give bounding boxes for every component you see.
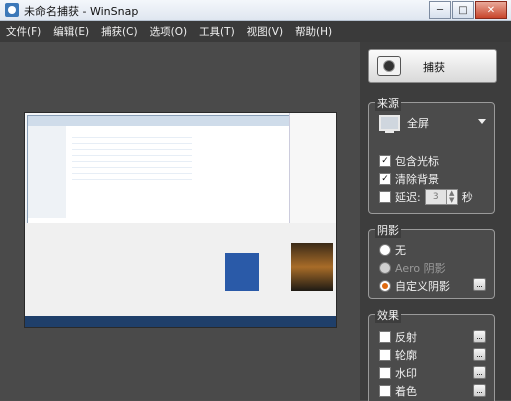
outline-settings-button[interactable]	[473, 348, 486, 361]
watermark-label: 水印	[395, 367, 417, 380]
menu-tools[interactable]: 工具(T)	[193, 24, 241, 39]
effect-outline-option[interactable]: 轮廓	[379, 347, 417, 363]
shadow-group: 阴影 无 Aero 阴影 自定义阴影	[368, 222, 495, 299]
source-group-title: 来源	[375, 95, 401, 111]
dropdown-arrow-icon[interactable]	[478, 119, 486, 124]
close-button[interactable]: ✕	[475, 1, 507, 19]
menu-file[interactable]: 文件(F)	[0, 24, 47, 39]
delay-value-input[interactable]: 3	[424, 189, 447, 205]
preview-explorer-window	[27, 115, 291, 224]
delay-spinner-arrows[interactable]: ▲ ▼	[446, 189, 458, 205]
preview-windows-tile	[225, 253, 259, 291]
menu-view[interactable]: 视图(V)	[241, 24, 289, 39]
shadow-none-option[interactable]: 无	[379, 242, 406, 258]
window-title: 未命名捕获 - WinSnap	[24, 5, 139, 18]
include-cursor-label: 包含光标	[395, 155, 439, 168]
camera-icon	[377, 56, 401, 76]
shadow-custom-label: 自定义阴影	[395, 280, 450, 293]
menu-options[interactable]: 选项(O)	[144, 24, 193, 39]
shadow-none-label: 无	[395, 244, 406, 257]
tint-checkbox[interactable]	[379, 385, 391, 397]
clear-background-option[interactable]: ✓ 清除背景	[379, 171, 439, 187]
shadow-custom-option[interactable]: 自定义阴影	[379, 278, 450, 294]
shadow-aero-option: Aero 阴影	[379, 260, 446, 276]
shadow-aero-radio	[379, 262, 391, 274]
watermark-checkbox[interactable]	[379, 367, 391, 379]
delay-label: 延迟:	[395, 191, 421, 204]
preview-webpage	[25, 223, 336, 316]
source-dropdown[interactable]: 全屏	[407, 115, 429, 131]
preview-taskbar	[25, 316, 336, 327]
preview-photo	[291, 243, 333, 291]
effect-reflection-option[interactable]: 反射	[379, 329, 417, 345]
window-controls: ─ □ ✕	[428, 1, 507, 19]
reflection-settings-button[interactable]	[473, 330, 486, 343]
tint-label: 着色	[395, 385, 417, 398]
minimize-button[interactable]: ─	[429, 1, 451, 19]
shadow-custom-radio[interactable]	[379, 280, 391, 292]
include-cursor-option[interactable]: ✓ 包含光标	[379, 153, 439, 169]
capture-button-label: 捕获	[423, 61, 445, 74]
clear-background-label: 清除背景	[395, 173, 439, 186]
delay-checkbox[interactable]	[379, 191, 391, 203]
menu-capture[interactable]: 捕获(C)	[95, 24, 144, 39]
menu-help[interactable]: 帮助(H)	[289, 24, 338, 39]
source-group: 来源 全屏 ✓ 包含光标 ✓ 清除背景 延迟: 3 ▲ ▼ 秒	[368, 95, 495, 214]
watermark-settings-button[interactable]	[473, 366, 486, 379]
effect-tint-option[interactable]: 着色	[379, 383, 417, 399]
captured-screenshot-preview	[24, 112, 337, 328]
reflection-checkbox[interactable]	[379, 331, 391, 343]
delay-unit: 秒	[461, 191, 473, 204]
delay-option[interactable]: 延迟: 3 ▲ ▼ 秒	[379, 189, 473, 205]
clear-background-checkbox[interactable]: ✓	[379, 173, 391, 185]
shadow-group-title: 阴影	[375, 222, 401, 238]
title-bar: 未命名捕获 - WinSnap ─ □ ✕	[0, 0, 511, 21]
shadow-aero-label: Aero 阴影	[395, 262, 446, 275]
monitor-icon	[379, 115, 400, 133]
maximize-button[interactable]: □	[452, 1, 474, 19]
effects-group-title: 效果	[375, 307, 401, 323]
outline-checkbox[interactable]	[379, 349, 391, 361]
effect-watermark-option[interactable]: 水印	[379, 365, 417, 381]
include-cursor-checkbox[interactable]: ✓	[379, 155, 391, 167]
shadow-settings-button[interactable]	[473, 278, 486, 291]
menu-bar: 文件(F) 编辑(E) 捕获(C) 选项(O) 工具(T) 视图(V) 帮助(H…	[0, 21, 511, 42]
menu-edit[interactable]: 编辑(E)	[47, 24, 95, 39]
reflection-label: 反射	[395, 331, 417, 344]
effects-group: 效果 反射 轮廓 水印 着色	[368, 307, 495, 401]
outline-label: 轮廓	[395, 349, 417, 362]
capture-button[interactable]: 捕获	[368, 49, 497, 83]
shadow-none-radio[interactable]	[379, 244, 391, 256]
winsnap-app-icon	[5, 3, 19, 17]
tint-settings-button[interactable]	[473, 384, 486, 397]
preview-side-pane	[289, 113, 336, 223]
